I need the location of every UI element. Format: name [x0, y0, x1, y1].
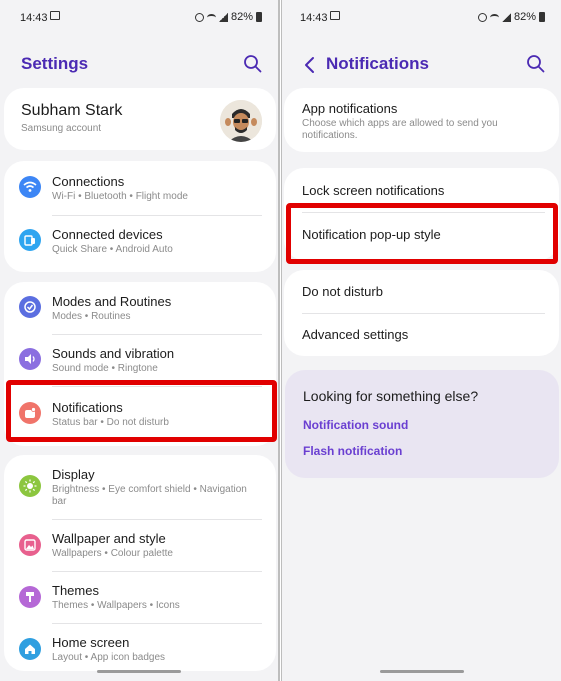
settings-group-connectivity: Connections Wi-Fi • Bluetooth • Flight m… [4, 161, 276, 272]
settings-item-title: Notifications [52, 400, 123, 415]
settings-item-wallpaper-and-style[interactable]: Wallpaper and style Wallpapers • Colour … [4, 519, 276, 571]
settings-header: Settings [0, 48, 278, 80]
suggestions-title: Looking for something else? [303, 388, 479, 404]
settings-item-subtitle: Brightness • Eye comfort shield • Naviga… [52, 484, 247, 507]
settings-item-subtitle: Layout • App icon badges [52, 652, 166, 663]
item-title: Notification pop-up style [302, 227, 441, 242]
wifi-icon [206, 13, 216, 21]
app-notifications-subtitle: Choose which apps are allowed to send yo… [302, 118, 498, 141]
status-bar: 14:43 82% [282, 0, 561, 36]
notifications-panel: 14:43 82% Notifications App notification… [281, 0, 561, 681]
status-time: 14:43 [20, 12, 48, 24]
avatar[interactable] [220, 100, 262, 142]
settings-panel: 14:43 82% Settings Subham Stark Samsung … [0, 0, 280, 681]
battery-icon [256, 12, 262, 22]
alarm-icon [194, 12, 204, 22]
lock-screen-notifications-item[interactable]: Lock screen notifications [284, 168, 559, 212]
notification-more-card: Do not disturb Advanced settings [284, 270, 559, 356]
page-title: Settings [21, 54, 89, 73]
advanced-settings-item[interactable]: Advanced settings [284, 313, 559, 356]
home-icon [19, 638, 41, 660]
display-icon [19, 475, 41, 497]
settings-item-title: Sounds and vibration [52, 346, 175, 361]
gallery-icon [50, 11, 60, 20]
settings-item-subtitle: Wi-Fi • Bluetooth • Flight mode [52, 191, 188, 202]
settings-item-modes-and-routines[interactable]: Modes and Routines Modes • Routines [4, 282, 276, 334]
suggestions-card: Looking for something else? Notification… [285, 370, 559, 478]
wifi-icon [19, 176, 41, 198]
settings-item-home-screen[interactable]: Home screen Layout • App icon badges [4, 623, 276, 671]
wallpaper-icon [19, 534, 41, 556]
settings-item-themes[interactable]: Themes Themes • Wallpapers • Icons [4, 571, 276, 623]
settings-item-subtitle: Status bar • Do not disturb [52, 417, 169, 428]
search-icon[interactable] [242, 53, 264, 75]
item-title: Advanced settings [302, 327, 409, 342]
status-icons: 82% [477, 11, 545, 23]
item-title: Do not disturb [302, 284, 383, 299]
account-subtitle: Samsung account [21, 123, 102, 134]
settings-item-title: Themes [52, 583, 99, 598]
settings-item-notifications[interactable]: Notifications Status bar • Do not distur… [4, 386, 276, 442]
settings-item-title: Wallpaper and style [52, 531, 166, 546]
do-not-disturb-item[interactable]: Do not disturb [284, 270, 559, 313]
settings-item-sounds-and-vibration[interactable]: Sounds and vibration Sound mode • Ringto… [4, 334, 276, 386]
settings-item-connected-devices[interactable]: Connected devices Quick Share • Android … [4, 216, 276, 272]
page-title: Notifications [326, 54, 429, 73]
settings-item-subtitle: Sound mode • Ringtone [52, 363, 158, 374]
navigation-handle[interactable] [379, 670, 464, 673]
status-bar: 14:43 82% [0, 0, 278, 36]
alarm-icon [477, 12, 487, 22]
notification-popup-style-item[interactable]: Notification pop-up style [284, 212, 559, 260]
signal-icon [501, 12, 511, 22]
devices-icon [19, 229, 41, 251]
wifi-icon [489, 13, 499, 21]
routines-icon [19, 296, 41, 318]
battery-percent: 82% [513, 11, 536, 23]
status-icons: 82% [194, 11, 262, 23]
settings-item-title: Connected devices [52, 227, 163, 242]
settings-item-subtitle: Modes • Routines [52, 311, 131, 322]
back-icon[interactable] [300, 55, 320, 75]
settings-item-subtitle: Quick Share • Android Auto [52, 244, 173, 255]
settings-item-display[interactable]: Display Brightness • Eye comfort shield … [4, 455, 276, 519]
search-icon[interactable] [525, 53, 547, 75]
settings-group-modes: Modes and Routines Modes • Routines Soun… [4, 282, 276, 446]
settings-item-connections[interactable]: Connections Wi-Fi • Bluetooth • Flight m… [4, 161, 276, 216]
notifications-icon [19, 402, 41, 424]
settings-item-subtitle: Themes • Wallpapers • Icons [52, 600, 180, 611]
gallery-icon [330, 11, 340, 20]
settings-item-subtitle: Wallpapers • Colour palette [52, 548, 173, 559]
settings-item-title: Connections [52, 174, 125, 189]
flash-notification-link[interactable]: Flash notification [303, 444, 402, 458]
battery-icon [539, 12, 545, 22]
themes-icon [19, 586, 41, 608]
account-card[interactable]: Subham Stark Samsung account [4, 88, 276, 150]
settings-item-title: Home screen [52, 635, 130, 650]
notification-sound-link[interactable]: Notification sound [303, 418, 408, 432]
navigation-handle[interactable] [97, 670, 181, 673]
signal-icon [218, 12, 228, 22]
settings-item-title: Display [52, 467, 95, 482]
item-title: Lock screen notifications [302, 183, 445, 198]
status-time: 14:43 [300, 12, 328, 24]
notifications-header: Notifications [282, 48, 561, 80]
account-name: Subham Stark [21, 102, 123, 119]
app-notifications-title: App notifications [302, 101, 398, 116]
sound-icon [19, 348, 41, 370]
notification-options-card: Lock screen notifications Notification p… [284, 168, 559, 260]
battery-percent: 82% [230, 11, 253, 23]
app-notifications-card[interactable]: App notifications Choose which apps are … [284, 88, 559, 152]
settings-item-title: Modes and Routines [52, 294, 172, 309]
settings-group-display: Display Brightness • Eye comfort shield … [4, 455, 276, 671]
